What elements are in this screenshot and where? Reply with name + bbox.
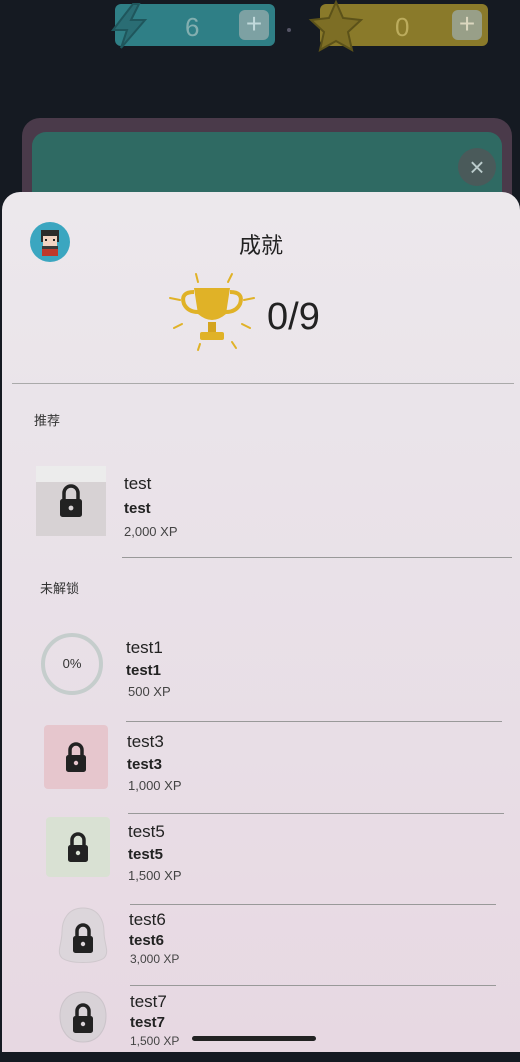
star-icon: [308, 0, 364, 52]
add-star-button[interactable]: +: [452, 10, 482, 40]
achievement-desc: test3: [127, 756, 163, 773]
achievement-thumbnail: [44, 725, 108, 789]
list-item[interactable]: test test 2,000 XP: [2, 454, 520, 558]
achievement-score: 0/9: [267, 296, 320, 338]
trophy-icon: [169, 273, 255, 351]
achievement-desc: test7: [130, 1014, 166, 1031]
section-locked: 未解锁: [40, 581, 80, 596]
achievement-desc: test5: [128, 846, 164, 863]
energy-count: 6: [185, 12, 200, 42]
achievement-xp: 1,500 XP: [128, 868, 182, 883]
page-title: 成就: [238, 233, 283, 258]
lock-icon: [60, 484, 82, 517]
achievement-xp: 1,500 XP: [130, 1034, 180, 1048]
row-divider: [122, 557, 512, 558]
achievement-desc: test: [124, 500, 151, 517]
achievements-sheet: 成就 0/9 推荐 test test 2,000 XP 未解锁 0% test…: [2, 192, 520, 1052]
top-hud: 6 + 0 +: [0, 0, 520, 70]
close-button[interactable]: ×: [458, 148, 496, 186]
achievement-thumbnail: [46, 817, 110, 877]
add-energy-button[interactable]: +: [239, 10, 269, 40]
section-recommended: 推荐: [34, 413, 61, 428]
achievement-name: test5: [128, 822, 165, 841]
achievement-xp: 500 XP: [128, 684, 171, 699]
list-item[interactable]: 0% test1 test1 500 XP: [2, 622, 520, 722]
home-indicator[interactable]: [192, 1036, 316, 1041]
list-item[interactable]: test5 test5 1,500 XP: [2, 814, 520, 905]
lightning-icon: [110, 3, 148, 49]
achievement-name: test3: [127, 732, 164, 751]
achievement-desc: test1: [126, 662, 162, 679]
achievement-xp: 1,000 XP: [128, 778, 182, 793]
lock-icon: [68, 832, 88, 862]
achievement-thumbnail: [59, 991, 107, 1043]
star-count: 0: [395, 12, 410, 42]
divider: [12, 383, 514, 384]
achievement-name: test6: [129, 910, 166, 929]
list-item[interactable]: test3 test3 1,000 XP: [2, 722, 520, 814]
list-item[interactable]: test6 test6 3,000 XP: [2, 900, 520, 990]
progress-ring: 0%: [41, 633, 103, 695]
achievement-name: test7: [130, 992, 167, 1011]
achievement-name: test: [124, 474, 152, 493]
achievement-desc: test6: [129, 932, 165, 949]
achievement-xp: 2,000 XP: [124, 524, 178, 539]
achievement-thumbnail: [36, 466, 106, 536]
separator-dot: [287, 28, 291, 32]
achievement-name: test1: [126, 638, 163, 657]
achievement-thumbnail: [58, 907, 108, 963]
list-item[interactable]: test7 test7 1,500 XP: [2, 986, 520, 1052]
achievement-xp: 3,000 XP: [130, 952, 180, 966]
lock-icon: [66, 742, 86, 772]
